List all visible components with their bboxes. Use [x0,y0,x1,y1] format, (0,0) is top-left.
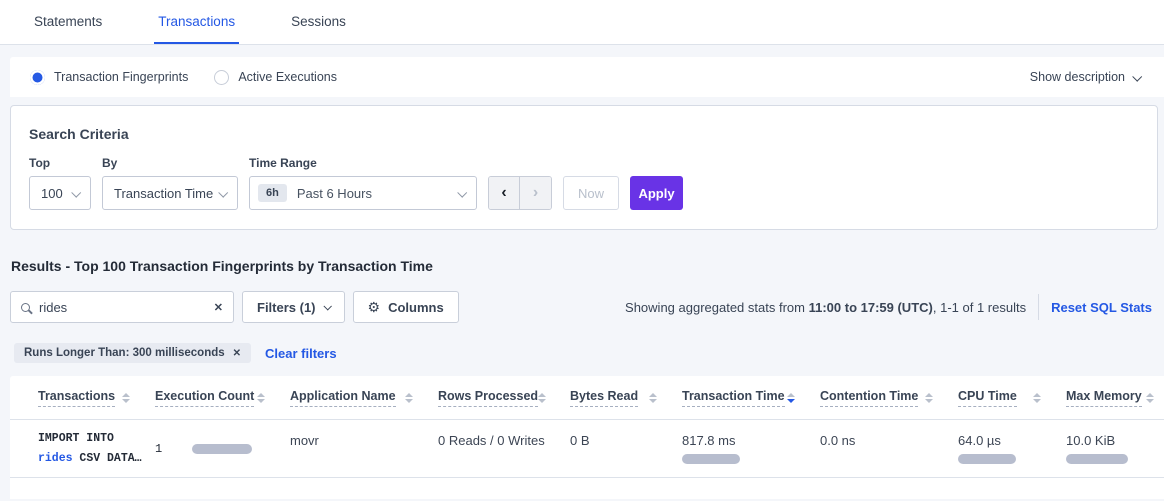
search-criteria-controls: Top 100 By Transaction Time Time Range 6… [29,156,1139,210]
filters-button[interactable]: Filters (1) [242,291,345,323]
by-group: By Transaction Time [102,156,238,210]
results-heading: Results - Top 100 Transaction Fingerprin… [11,258,1164,274]
columns-button[interactable]: ⚙ Columns [353,291,459,323]
by-select-value: Transaction Time [114,186,213,201]
gear-icon: ⚙ [368,300,381,314]
cell-transaction-fingerprint[interactable]: IMPORT INTO rides CSV DATA… [38,420,155,477]
view-toggle-strip: Transaction Fingerprints Active Executio… [10,57,1164,97]
column-header-transaction-time: Transaction Time [682,389,820,407]
sort-icon[interactable] [405,393,413,403]
filters-button-label: Filters (1) [257,300,316,315]
transaction-time-bar [682,454,740,464]
clear-filters-link[interactable]: Clear filters [265,346,337,361]
sql-activity-tabbar: Statements Transactions Sessions [0,0,1164,45]
cell-bytes-read: 0 B [570,420,682,477]
chevron-down-icon [71,187,81,197]
active-filters-row: Runs Longer Than: 300 milliseconds ✕ Cle… [14,342,1164,364]
chevron-down-icon [1132,71,1142,81]
search-criteria-title: Search Criteria [29,126,1139,142]
max-memory-bar [1066,454,1128,464]
by-label: By [102,156,238,170]
column-header-application-name: Application Name [290,389,438,407]
column-header-execution-count: Execution Count [155,389,290,407]
chevron-down-icon [323,302,331,310]
cell-rows-processed: 0 Reads / 0 Writes [438,420,570,477]
reset-sql-stats-link[interactable]: Reset SQL Stats [1051,300,1152,315]
table-row[interactable]: IMPORT INTO rides CSV DATA… 1 movr 0 Rea… [10,420,1164,478]
cpu-time-bar [958,454,1016,464]
sort-icon[interactable] [649,393,657,403]
sort-icon[interactable] [122,393,130,403]
table-header-row: Transactions Execution Count Application… [10,376,1164,420]
show-description-label: Show description [1030,70,1125,84]
search-input-value: rides [39,300,214,315]
time-window-arrows: ‹ › [488,176,552,210]
radio-transaction-fingerprints[interactable]: Transaction Fingerprints [30,70,188,85]
columns-button-label: Columns [388,300,444,315]
search-input[interactable]: rides ✕ [10,291,234,323]
sort-icon[interactable] [925,393,933,403]
stats-area: Showing aggregated stats from 11:00 to 1… [625,294,1152,320]
time-range-label: Time Range [249,156,477,170]
top-group: Top 100 [29,156,91,210]
filter-chip-label: Runs Longer Than: 300 milliseconds [24,347,225,359]
time-range-group: Time Range 6h Past 6 Hours [249,156,477,210]
tab-statements[interactable]: Statements [30,2,106,44]
radio-selected-icon [30,70,45,85]
chevron-down-icon [218,187,228,197]
remove-filter-icon[interactable]: ✕ [233,348,241,359]
transactions-table: Transactions Execution Count Application… [10,376,1164,499]
radio-label: Active Executions [238,70,337,84]
search-icon [21,303,30,312]
apply-button[interactable]: Apply [630,176,683,210]
show-description-toggle[interactable]: Show description [1030,70,1140,84]
sort-icon[interactable] [257,393,265,403]
column-header-rows-processed: Rows Processed [438,389,570,407]
sort-icon[interactable] [538,393,546,403]
chevron-down-icon [457,187,467,197]
column-header-max-memory: Max Memory [1066,389,1164,407]
tab-sessions[interactable]: Sessions [287,2,350,44]
cell-contention-time: 0.0 ns [820,420,958,477]
sort-icon[interactable] [1033,393,1041,403]
top-select-value: 100 [41,186,63,201]
column-header-contention-time: Contention Time [820,389,958,407]
top-label: Top [29,156,91,170]
sort-icon-active-desc[interactable] [787,393,795,403]
cell-application-name: movr [290,420,438,477]
cell-cpu-time: 64.0 µs [958,420,1066,477]
radio-unselected-icon [214,70,229,85]
search-criteria-card: Search Criteria Top 100 By Transaction T… [10,105,1158,230]
column-header-bytes-read: Bytes Read [570,389,682,407]
aggregated-stats-text: Showing aggregated stats from 11:00 to 1… [625,300,1026,315]
tab-transactions[interactable]: Transactions [154,2,239,44]
next-time-window-button[interactable]: › [520,177,551,209]
by-select[interactable]: Transaction Time [102,176,238,210]
radio-label: Transaction Fingerprints [54,70,188,84]
column-header-cpu-time: CPU Time [958,389,1066,407]
now-button[interactable]: Now [563,176,619,210]
cell-max-memory: 10.0 KiB [1066,420,1164,477]
time-range-badge: 6h [258,184,287,202]
execution-count-bar [192,444,252,454]
previous-time-window-button[interactable]: ‹ [489,177,520,209]
column-header-transactions: Transactions [38,389,155,407]
table-name-link[interactable]: rides [38,452,73,465]
top-select[interactable]: 100 [29,176,91,210]
time-range-value: Past 6 Hours [297,186,372,201]
results-toolbar: rides ✕ Filters (1) ⚙ Columns Showing ag… [10,291,1164,323]
cell-execution-count: 1 [155,420,290,477]
time-range-select[interactable]: 6h Past 6 Hours [249,176,477,210]
filter-chip[interactable]: Runs Longer Than: 300 milliseconds ✕ [14,343,251,363]
clear-search-icon[interactable]: ✕ [214,301,223,314]
cell-transaction-time: 817.8 ms [682,420,820,477]
sort-icon[interactable] [1146,393,1154,403]
divider [1038,294,1039,320]
radio-active-executions[interactable]: Active Executions [214,70,337,85]
